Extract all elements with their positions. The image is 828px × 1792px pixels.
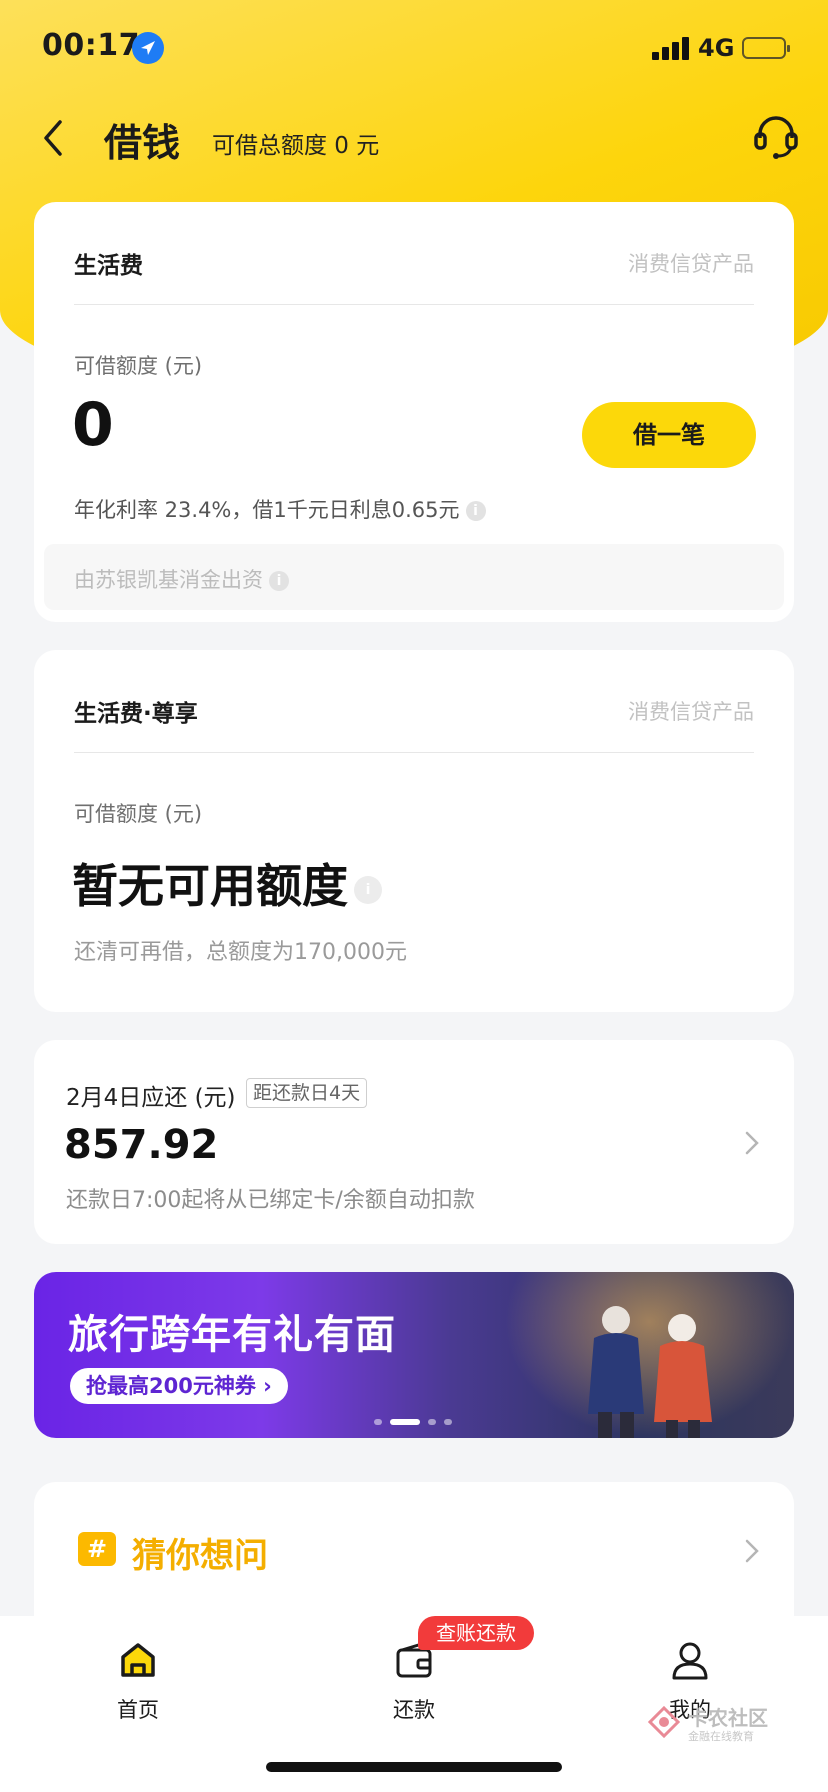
tab-home[interactable]: 首页 [78,1638,198,1724]
check-bill-badge[interactable]: 查账还款 [418,1616,534,1650]
faq-title: 猜你想问 [132,1536,268,1576]
limit-label: 可借额度 (元) [74,354,203,378]
info-icon[interactable]: i [354,875,382,904]
chevron-right-icon [744,1538,760,1564]
carousel-dot-active [390,1419,420,1425]
watermark-text: 卡农社区 [688,1706,768,1730]
card-title: 生活费 [74,253,143,279]
total-limit-text: 可借总额度 0 元 [212,133,380,159]
coupon-button[interactable]: 抢最高200元神券 › [70,1368,288,1404]
user-icon [672,1642,708,1680]
product-tag: 消费信贷产品 [628,252,754,276]
due-title: 2月4日应还 (元) [66,1085,236,1111]
page-title: 借钱 [104,121,181,165]
auto-debit-note: 还款日7:00起将从已绑定卡/余额自动扣款 [66,1188,475,1213]
divider [74,304,754,305]
network-type: 4G [698,34,735,62]
due-amount: 857.92 [64,1122,219,1168]
info-icon[interactable]: i [465,501,486,521]
carousel-dot [444,1419,452,1425]
product-tag: 消费信贷产品 [628,700,754,724]
rate-info: 年化利率 23.4%，借1千元日利息0.65元 i [74,494,486,524]
funder-text: 由苏银凯基消金出资 [74,568,263,592]
status-time: 00:17 [42,28,140,63]
banner-title: 旅行跨年有礼有面 [68,1312,396,1358]
tab-label: 还款 [393,1698,435,1722]
rate-text: 年化利率 23.4%，借1千元日利息0.65元 [74,498,460,522]
total-limit-note: 还清可再借，总额度为170,000元 [74,940,407,965]
carousel-dot [428,1419,436,1425]
location-arrow-icon [132,32,164,64]
signal-icon [652,36,692,60]
battery-icon [742,37,790,59]
promo-banner[interactable]: 旅行跨年有礼有面 抢最高200元神券 › [34,1272,794,1438]
carousel-dots [374,1410,460,1425]
premium-card: 生活费·尊享 消费信贷产品 可借额度 (元) 暂无可用额度 i 还清可再借，总额度… [34,650,794,1012]
borrow-button[interactable]: 借一笔 [582,402,756,468]
home-icon [121,1643,155,1677]
back-icon[interactable] [36,114,72,162]
limit-label: 可借额度 (元) [74,802,203,826]
card-title: 生活费·尊享 [74,701,198,727]
available-amount: 0 [72,390,114,460]
tab-repay[interactable]: 还款 [354,1638,474,1724]
hashtag-icon: # [78,1532,116,1566]
info-icon[interactable]: i [269,571,289,591]
no-limit-status: 暂无可用额度 i [72,850,382,916]
watermark-subtext: 金融在线教育 [688,1730,754,1743]
tab-label: 首页 [117,1698,159,1722]
couple-illustration [588,1306,712,1438]
status-bar: 00:17 4G [0,0,828,100]
days-left-badge: 距还款日4天 [246,1078,368,1108]
carousel-dot [374,1419,382,1425]
no-limit-text: 暂无可用额度 [72,859,348,913]
divider [74,752,754,753]
home-indicator [266,1762,562,1772]
chevron-right-icon [744,1130,760,1156]
community-watermark: 卡农社区 金融在线教育 [648,1702,768,1746]
funder-bar: 由苏银凯基消金出资 i [44,544,784,610]
customer-service-icon[interactable] [750,110,802,162]
living-expense-card: 生活费 消费信贷产品 可借额度 (元) 0 借一笔 年化利率 23.4%，借1千… [34,202,794,622]
watermark-logo-icon [648,1706,680,1738]
repayment-card[interactable]: 2月4日应还 (元) 距还款日4天 857.92 还款日7:00起将从已绑定卡/… [34,1040,794,1244]
funder-info: 由苏银凯基消金出资 i [74,564,289,594]
